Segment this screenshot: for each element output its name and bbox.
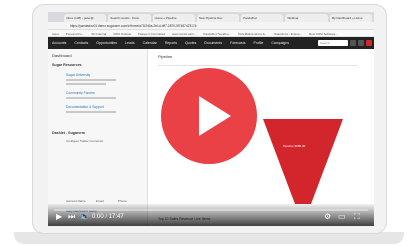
- column-header-account: Account Name: [66, 199, 86, 203]
- address-bar[interactable]: https://pandadoc01.demo.sugarcrm.com/#Ho…: [48, 22, 374, 30]
- browser-tab[interactable]: PandaDoc: [241, 14, 284, 22]
- nav-contacts[interactable]: Contacts: [74, 41, 88, 45]
- nav-documents[interactable]: Documents: [204, 41, 222, 45]
- configure-twitter-text[interactable]: Configure Twitter Connector: [66, 139, 103, 143]
- browser-tab[interactable]: Search results - Docu: [108, 14, 151, 22]
- bookmark-item[interactable]: Best CRM Software...: [309, 32, 338, 36]
- bookmark-item[interactable]: SAS Maintenance &...: [238, 32, 267, 36]
- theater-mode-icon[interactable]: ▭: [338, 213, 346, 221]
- bookmark-item[interactable]: Passport Committed: [138, 32, 165, 36]
- volume-icon[interactable]: 🔊: [80, 213, 90, 221]
- play-button[interactable]: [161, 68, 257, 164]
- app-nav-bar: Accounts Contacts Opportunities Leads Ca…: [48, 37, 374, 49]
- bookmark-item[interactable]: Apps: [52, 32, 59, 36]
- documentation-support-link[interactable]: Documentation & Support: [66, 105, 104, 109]
- column-header-phone: Phone: [118, 199, 127, 203]
- nav-profile[interactable]: Profile: [253, 41, 263, 45]
- browser-tab-strip: Inbox (138) - peter@ Search results - Do…: [48, 12, 374, 22]
- nav-leads[interactable]: Leads: [125, 41, 135, 45]
- pipeline-title: Pipeline: [158, 54, 173, 59]
- nav-accounts[interactable]: Accounts: [52, 41, 66, 45]
- dashlet-heading: Dashlet - Sugarcrm: [52, 131, 85, 135]
- funnel-shape: [263, 119, 343, 204]
- chart-divider: [158, 65, 358, 66]
- text-line: [66, 79, 116, 81]
- play-icon: [199, 96, 231, 136]
- browser-tab[interactable]: Inbox (138) - peter@: [64, 14, 107, 22]
- notifications-icon[interactable]: [350, 40, 356, 46]
- community-forums-link[interactable]: Community Forums: [66, 91, 95, 95]
- nav-opportunities[interactable]: Opportunities: [96, 41, 117, 45]
- left-dashboard-column: Dashboard Sugar Resources Sugar Universi…: [48, 49, 148, 226]
- next-icon[interactable]: ⏭: [68, 213, 75, 221]
- bookmarks-bar: Apps Personal Fo... SD Internal CRM Outl…: [48, 30, 374, 37]
- text-line: [66, 111, 116, 113]
- bookmark-item[interactable]: CRM Outlook: [113, 32, 131, 36]
- global-search-input[interactable]: Search: [318, 40, 348, 46]
- play-small-icon[interactable]: ▶: [56, 213, 62, 221]
- progress-bar[interactable]: [54, 209, 368, 211]
- nav-quotes[interactable]: Quotes: [185, 41, 196, 45]
- browser-tab[interactable]: Home » Pipeline: [152, 14, 195, 22]
- player-controls: ▶ ⏭ 🔊 0:00 / 17:47 ⚙ ▭ ⛶: [48, 204, 374, 226]
- nav-forecasts[interactable]: Forecasts: [230, 41, 245, 45]
- fullscreen-icon[interactable]: ⛶: [354, 213, 360, 221]
- sugar-university-link[interactable]: Sugar University: [66, 73, 90, 77]
- settings-icon[interactable]: ⚙: [324, 213, 331, 221]
- bookmark-item[interactable]: SD Internal: [91, 32, 106, 36]
- browser-tab[interactable]: My Dashboard » Home: [329, 14, 372, 22]
- browser-tab[interactable]: New Pipeline Dev: [196, 14, 240, 22]
- time-display: 0:00 / 17:47: [92, 214, 124, 220]
- text-line: [66, 83, 106, 85]
- browser-tab[interactable]: Webinar: [285, 14, 328, 22]
- bookmark-item[interactable]: Personal Fo...: [66, 32, 85, 36]
- bookmark-item[interactable]: www.sunlet.earn...: [172, 32, 197, 36]
- funnel-label: Pipeline $685.00: [283, 144, 306, 148]
- bookmark-item[interactable]: Salesforce - Enterp...: [274, 32, 302, 36]
- nav-campaigns[interactable]: Campaigns: [271, 41, 289, 45]
- sugar-resources-heading: Sugar Resources: [52, 63, 82, 67]
- pipeline-funnel-chart: [263, 119, 343, 204]
- user-avatar-icon[interactable]: [358, 40, 364, 46]
- column-header-email: Email: [96, 199, 104, 203]
- bookmark-item[interactable]: PandaDoc Sandbo...: [203, 32, 231, 36]
- text-line: [66, 97, 116, 99]
- dashboard-title: Dashboard: [52, 53, 72, 58]
- nav-calendar[interactable]: Calendar: [143, 41, 157, 45]
- nav-reports[interactable]: Reports: [165, 41, 177, 45]
- quick-create-icon[interactable]: [366, 40, 372, 46]
